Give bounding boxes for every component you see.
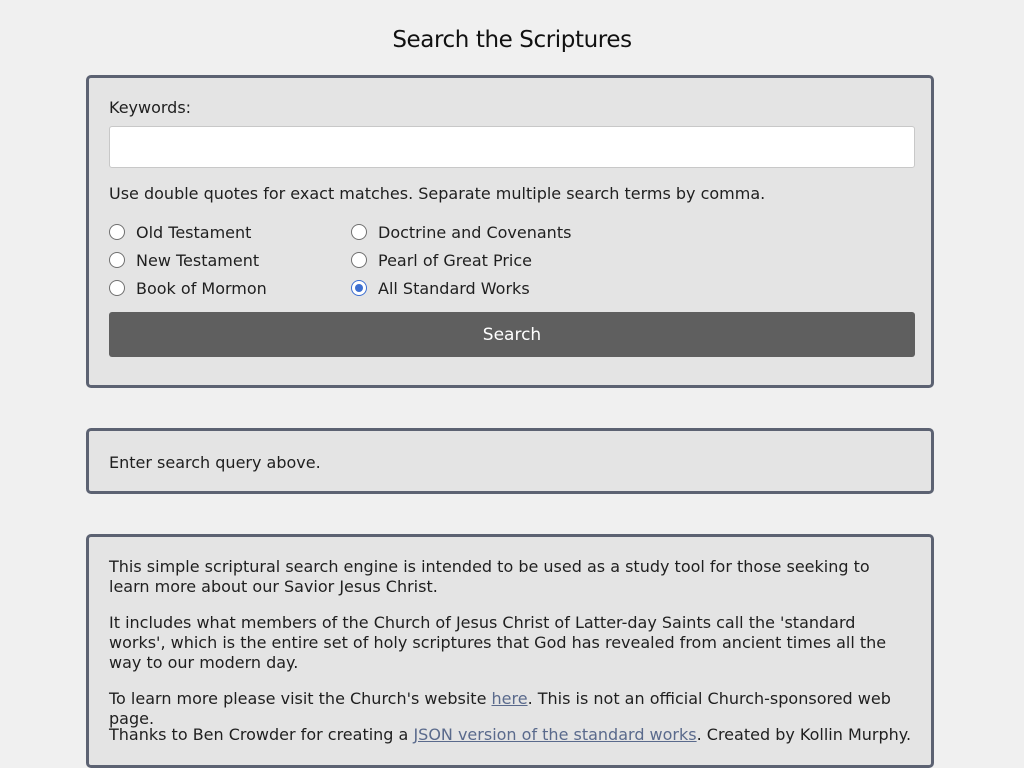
about-paragraph-3: To learn more please visit the Church's …: [109, 689, 915, 729]
page-title: Search the Scriptures: [392, 27, 632, 53]
church-website-link[interactable]: here: [492, 689, 528, 708]
radio-circle-icon: [351, 252, 367, 268]
radio-label: Pearl of Great Price: [378, 250, 533, 270]
radio-label: Doctrine and Covenants: [378, 222, 572, 242]
radio-circle-icon: [109, 280, 125, 296]
radio-label: New Testament: [136, 250, 260, 270]
search-panel: Keywords: Use double quotes for exact ma…: [86, 75, 934, 388]
keywords-label: Keywords:: [109, 98, 192, 117]
radio-all-standard-works[interactable]: All Standard Works: [351, 278, 530, 298]
radio-circle-icon: [351, 224, 367, 240]
radio-book-of-mormon[interactable]: Book of Mormon: [109, 278, 267, 298]
radio-pearl-of-great-price[interactable]: Pearl of Great Price: [351, 250, 532, 270]
radio-new-testament[interactable]: New Testament: [109, 250, 259, 270]
radio-circle-icon: [109, 224, 125, 240]
search-button[interactable]: Search: [109, 312, 915, 357]
about-paragraph-2: It includes what members of the Church o…: [109, 613, 887, 672]
about-paragraph-1: This simple scriptural search engine is …: [109, 557, 870, 596]
about-text: Thanks to Ben Crowder for creating a: [109, 725, 414, 744]
about-text: . Created by Kollin Murphy.: [696, 725, 912, 744]
radio-circle-icon: [109, 252, 125, 268]
radio-old-testament[interactable]: Old Testament: [109, 222, 251, 242]
radio-circle-icon: [351, 280, 367, 296]
radio-label: All Standard Works: [378, 278, 530, 298]
radio-doctrine-and-covenants[interactable]: Doctrine and Covenants: [351, 222, 571, 242]
search-hint: Use double quotes for exact matches. Sep…: [109, 184, 766, 203]
about-text: To learn more please visit the Church's …: [109, 689, 492, 708]
status-message: Enter search query above.: [109, 453, 321, 472]
json-standard-works-link[interactable]: JSON version of the standard works: [413, 725, 696, 744]
keywords-input[interactable]: [109, 126, 915, 168]
about-panel: This simple scriptural search engine is …: [86, 534, 934, 768]
about-paragraph-4: Thanks to Ben Crowder for creating a JSO…: [109, 725, 915, 745]
status-panel: Enter search query above.: [86, 428, 934, 494]
radio-label: Old Testament: [136, 222, 252, 242]
radio-label: Book of Mormon: [136, 278, 267, 298]
